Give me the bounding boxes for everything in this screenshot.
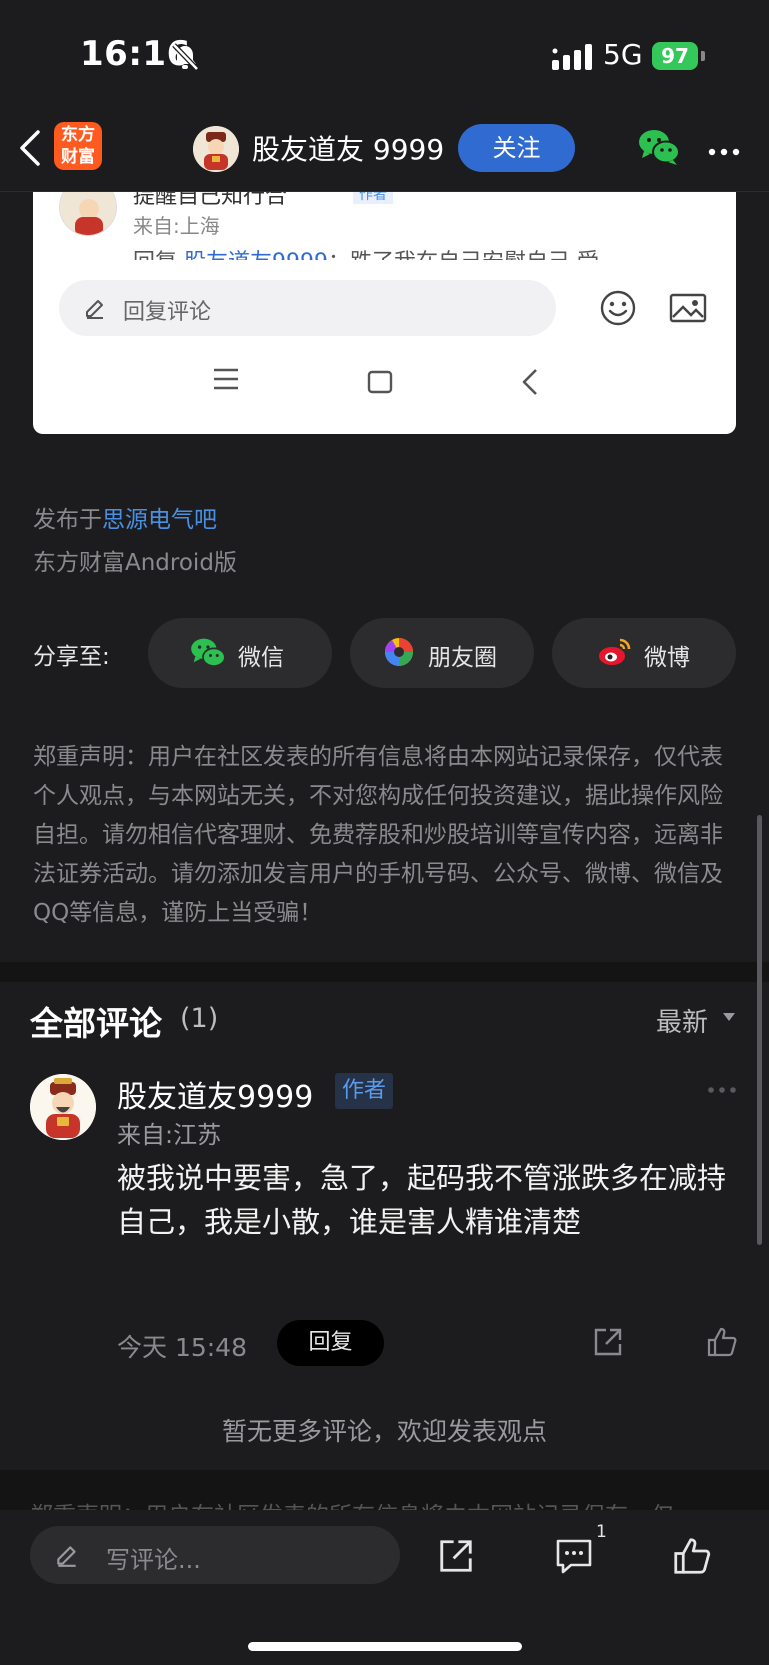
reply-user-link[interactable]: 股友道友9999 [184,250,328,260]
network-label: 5G [603,38,643,71]
caret-down-icon[interactable] [722,1012,736,1022]
share-icon[interactable] [437,1537,475,1575]
publish-info: 发布于思源电气吧 [33,500,217,534]
share-moments-label: 朋友圈 [428,645,497,671]
reply-comment-input[interactable]: 回复评论 [59,280,556,336]
logo-text-line2: 财富 [61,147,95,167]
comments-title: 全部评论 [30,1004,162,1043]
share-wechat-label: 微信 [238,645,284,671]
like-icon[interactable] [706,1326,738,1358]
reply-input-placeholder: 回复评论 [123,300,212,325]
author-badge: 作者 [335,1073,394,1109]
reply-prefix: 回复 [133,250,184,260]
pencil-icon [86,300,103,319]
battery-indicator: 97 [652,42,698,70]
image-icon[interactable] [669,293,707,323]
menu-icon[interactable] [213,368,239,390]
reply-card: 提醒自己知行合 作者 来自:上海 回复 股友道友9999：跌了我在自己安慰自己 … [33,192,736,434]
comment-timestamp: 今天 15:48 [117,1333,247,1362]
disclaimer-text: 郑重声明：用户在社区发表的所有信息将由本网站记录保存，仅代表个人观点，与本网站无… [33,744,723,926]
bottom-toolbar: 写评论... 1 [0,1510,769,1665]
bell-slash-icon [172,43,199,71]
section-divider [0,962,769,982]
comment-location: 来自:江苏 [117,1121,222,1149]
client-info: 东方财富Android版 [33,550,237,576]
chevron-left-icon[interactable] [521,368,539,396]
back-icon[interactable] [16,128,44,168]
sort-dropdown[interactable]: 最新 [656,1002,708,1039]
moments-icon [385,638,413,666]
share-wechat-button[interactable]: 微信 [148,618,332,688]
like-icon[interactable] [672,1536,712,1576]
card-commenter-name: 提醒自己知行合 [133,192,288,209]
write-comment-input[interactable]: 写评论... [30,1526,400,1584]
logo-text-line1: 东方 [61,125,95,145]
signal-icon [552,44,592,70]
share-moments-button[interactable]: 朋友圈 [350,618,534,688]
card-location: 来自:上海 [133,214,220,238]
nav-bar: 东方 财富 股友道友 9999 关注 [0,110,769,192]
write-comment-placeholder: 写评论... [106,1546,201,1574]
pencil-icon [57,1546,76,1567]
forum-link[interactable]: 思源电气吧 [102,507,217,533]
follow-button[interactable]: 关注 [458,124,575,172]
card-reply-preview: 回复 股友道友9999：跌了我在自己安慰自己 受 [133,244,713,260]
home-square-icon[interactable] [367,370,393,394]
comment-username[interactable]: 股友道友9999 [117,1072,313,1116]
disclaimer-preview: 郑重声明：用户在社区发表的所有信息将由本网站记录保存，仅 [30,1496,740,1510]
publish-prefix: 发布于 [33,507,102,533]
share-weibo-button[interactable]: 微博 [552,618,736,688]
comment-avatar[interactable] [30,1074,96,1140]
more-icon[interactable] [707,1086,737,1094]
battery-cap [701,51,705,61]
no-more-comments: 暂无更多评论，欢迎发表观点 [221,1417,547,1446]
more-icon[interactable] [708,148,740,156]
card-avatar [59,192,117,236]
comment-icon[interactable] [555,1537,593,1575]
card-author-badge: 作者 [353,192,393,204]
scrollbar[interactable] [757,815,762,1245]
share-label: 分享至: [33,644,110,670]
comment-count-badge: 1 [596,1522,607,1542]
app-logo[interactable]: 东方 财富 [54,122,102,170]
author-avatar[interactable] [193,126,239,172]
comments-count: (1) [180,1003,219,1034]
wechat-icon[interactable] [638,128,680,166]
comment-text: 被我说中要害，急了，起码我不管涨跌多在减持自己，我是小散，谁是害人精谁清楚 [117,1161,727,1239]
reply-text: ：跌了我在自己安慰自己 受 [328,250,599,260]
nav-username[interactable]: 股友道友 9999 [252,128,444,168]
reply-button[interactable]: 回复 [277,1320,384,1366]
share-icon[interactable] [592,1326,624,1358]
wechat-icon [191,638,226,667]
status-bar: 16:16 5G 97 [0,0,769,110]
home-indicator[interactable] [248,1642,522,1651]
emoji-icon[interactable] [600,290,636,326]
weibo-icon [599,638,631,665]
share-weibo-label: 微博 [644,645,690,671]
